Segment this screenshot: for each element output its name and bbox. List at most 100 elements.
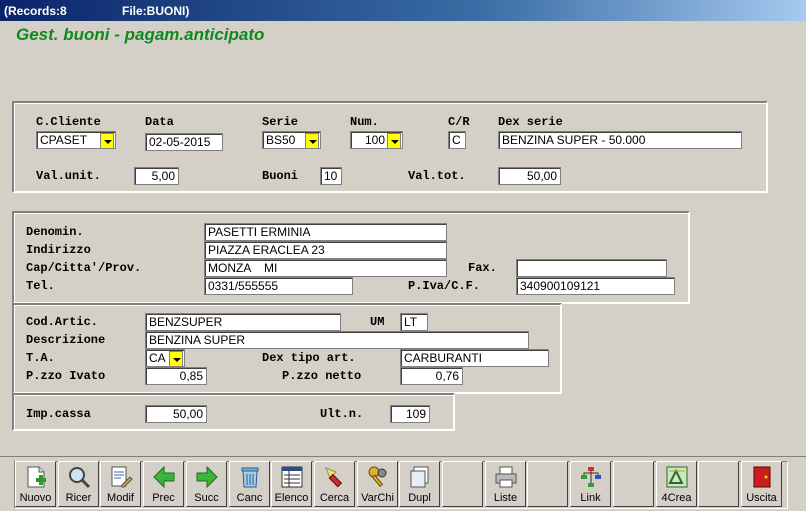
keys-icon: [366, 465, 390, 489]
file-name: File:BUONI): [122, 4, 190, 18]
liste-button[interactable]: Liste: [485, 461, 526, 507]
descrizione-label: Descrizione: [26, 333, 106, 347]
arrow-right-icon: [195, 465, 219, 489]
dex-serie-label: Dex serie: [498, 115, 563, 129]
ta-label: T.A.: [26, 351, 55, 365]
empty-toolbar-slot: [698, 461, 739, 507]
toolbar-button-label: Prec: [152, 492, 175, 504]
tel-label: Tel.: [26, 279, 55, 293]
denomin-field[interactable]: PASETTI ERMINIA: [204, 223, 447, 241]
pzzo-ivato-label: P.zzo Ivato: [26, 369, 106, 383]
cr-field[interactable]: C: [448, 131, 466, 149]
modif-button[interactable]: Modif: [100, 461, 141, 507]
toolbar-button-label: Nuovo: [19, 492, 52, 504]
toolbar-button-label: Canc: [236, 492, 263, 504]
page-title: Gest. buoni - pagam.anticipato: [16, 25, 265, 44]
elenco-button[interactable]: Elenco: [271, 461, 312, 507]
link-button[interactable]: Link: [570, 461, 611, 507]
create-icon: [665, 465, 689, 489]
ricer-button[interactable]: Ricer: [58, 461, 99, 507]
indirizzo-label: Indirizzo: [26, 243, 91, 257]
cr-label: C/R: [448, 115, 470, 129]
prec-button[interactable]: Prec: [143, 461, 184, 507]
empty-toolbar-slot: [613, 461, 654, 507]
cliente-field[interactable]: CPASET: [36, 131, 116, 149]
toolbar-button-label: VarChi: [361, 492, 394, 504]
toolbar-button-label: Dupl: [408, 492, 431, 504]
val-unit-field[interactable]: 5,00: [134, 167, 179, 185]
arrow-left-icon: [152, 465, 176, 489]
ta-value: CA: [149, 351, 166, 365]
denomin-label: Denomin.: [26, 225, 84, 239]
buoni-field[interactable]: 10: [320, 167, 342, 185]
nuovo-button[interactable]: Nuovo: [15, 461, 56, 507]
buoni-label: Buoni: [262, 169, 299, 183]
dex-tipo-label: Dex tipo art.: [262, 351, 356, 365]
edit-document-icon: [109, 465, 133, 489]
val-tot-label: Val.tot.: [408, 169, 466, 183]
serie-value: BS50: [266, 133, 296, 147]
serie-field[interactable]: BS50: [262, 131, 321, 149]
um-label: UM: [370, 315, 385, 329]
num-dropdown-button[interactable]: [387, 133, 401, 148]
link-tree-icon: [579, 465, 603, 489]
new-document-icon: [24, 465, 48, 489]
toolbar-button-label: Ricer: [65, 492, 92, 504]
fax-field[interactable]: [516, 259, 667, 277]
cliente-dropdown-button[interactable]: [100, 133, 114, 148]
imp-cassa-label: Imp.cassa: [26, 407, 91, 421]
num-field[interactable]: 100: [350, 131, 403, 149]
pzzo-netto-label: P.zzo netto: [282, 369, 362, 383]
descrizione-field[interactable]: BENZINA SUPER: [145, 331, 529, 349]
cliente-label: C.Cliente: [36, 115, 101, 129]
val-tot-field[interactable]: 50,00: [498, 167, 561, 185]
pzzo-netto-field[interactable]: 0,76: [400, 367, 463, 385]
printer-icon: [494, 465, 518, 489]
data-label: Data: [145, 115, 174, 129]
dupl-button[interactable]: Dupl: [399, 461, 440, 507]
4crea-button[interactable]: 4Crea: [656, 461, 697, 507]
ult-n-label: Ult.n.: [320, 407, 364, 421]
piva-label: P.Iva/C.F.: [408, 279, 481, 293]
empty-toolbar-slot: [527, 461, 568, 507]
serie-label: Serie: [262, 115, 299, 129]
list-icon: [280, 465, 304, 489]
empty-toolbar-slot: [442, 461, 483, 507]
pzzo-ivato-field[interactable]: 0,85: [145, 367, 207, 385]
search-flashlight-icon: [323, 465, 347, 489]
cod-artic-field[interactable]: BENZSUPER: [145, 313, 341, 331]
ult-n-field[interactable]: 109: [390, 405, 430, 423]
cliente-value: CPASET: [40, 133, 88, 147]
tel-field[interactable]: 0331/555555: [204, 277, 353, 295]
canc-button[interactable]: Canc: [229, 461, 270, 507]
dex-tipo-field[interactable]: CARBURANTI: [400, 349, 549, 367]
varchi-button[interactable]: VarChi: [357, 461, 398, 507]
ta-field[interactable]: CA: [145, 349, 185, 367]
toolbar-button-label: Uscita: [746, 492, 777, 504]
succ-button[interactable]: Succ: [186, 461, 227, 507]
magnifier-icon: [67, 465, 91, 489]
toolbar-button-label: Modif: [107, 492, 134, 504]
toolbar-button-label: Succ: [194, 492, 219, 504]
trash-icon: [238, 465, 262, 489]
um-field[interactable]: LT: [400, 313, 428, 331]
exit-door-icon: [750, 465, 774, 489]
piva-field[interactable]: 340900109121: [516, 277, 675, 295]
data-field[interactable]: 02-05-2015: [145, 133, 223, 151]
toolbar-button-label: Liste: [493, 492, 518, 504]
bottom-toolbar: Nuovo Ricer Modif Prec Succ Canc Elenco Cerca Va…: [0, 456, 806, 511]
indirizzo-field[interactable]: PIAZZA ERACLEA 23: [204, 241, 447, 259]
title-bar: (Records:8 File:BUONI): [0, 0, 806, 21]
cod-artic-label: Cod.Artic.: [26, 315, 99, 329]
uscita-button[interactable]: Uscita: [741, 461, 782, 507]
ta-dropdown-button[interactable]: [169, 351, 183, 366]
cap-label: Cap/Citta'/Prov.: [26, 261, 142, 275]
serie-dropdown-button[interactable]: [305, 133, 319, 148]
imp-cassa-field[interactable]: 50,00: [145, 405, 207, 423]
toolbar-button-label: Elenco: [274, 492, 309, 504]
toolbar-button-label: Link: [580, 492, 601, 504]
toolbar-button-label: 4Crea: [661, 492, 692, 504]
dex-serie-field[interactable]: BENZINA SUPER - 50.000: [498, 131, 742, 149]
cerca-button[interactable]: Cerca: [314, 461, 355, 507]
cap-field[interactable]: MONZA MI: [204, 259, 447, 277]
